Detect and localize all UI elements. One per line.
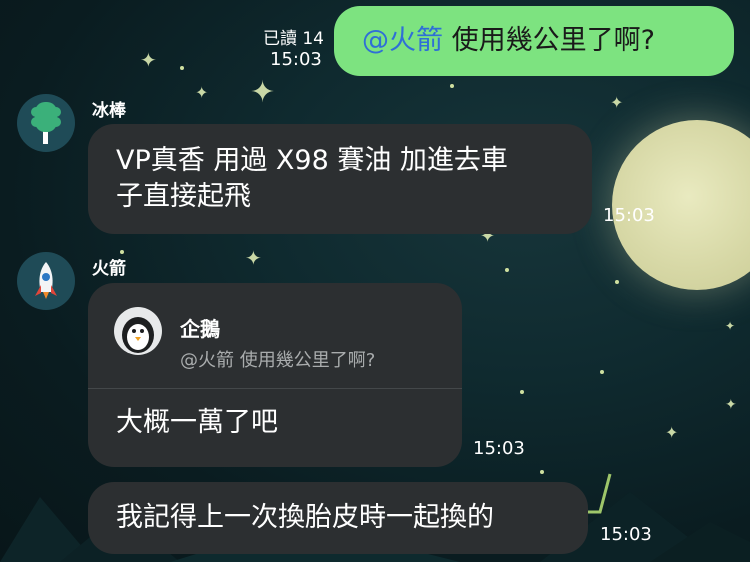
star-dot [600, 370, 604, 374]
star-decoration: ✦ [610, 93, 624, 112]
message-text-line: 子直接起飛 [116, 181, 251, 212]
star-dot [180, 66, 184, 70]
incoming-reply-bubble[interactable]: 企鵝 @火箭 使用幾公里了啊? 大概一萬了吧 [88, 283, 462, 467]
message-text: 大概一萬了吧 [116, 407, 278, 438]
sender-name: 冰棒 [92, 101, 126, 121]
star-decoration: ✦ [725, 319, 736, 333]
star-dot [450, 84, 454, 88]
star-dot [505, 268, 509, 272]
incoming-message-bubble[interactable]: 我記得上一次換胎皮時一起換的 [88, 482, 588, 554]
sender-name: 火箭 [92, 259, 126, 279]
message-time: 15:03 [603, 205, 655, 226]
message-text: 我記得上一次換胎皮時一起換的 [116, 502, 494, 533]
star-dot [520, 390, 524, 394]
star-decoration: ✦ [140, 48, 157, 72]
star-decoration: ✦ [195, 83, 209, 102]
star-decoration: ✦ [245, 246, 262, 270]
message-time: 15:03 [473, 438, 525, 459]
rocket-avatar-icon [35, 262, 57, 299]
star-decoration: ✦ [665, 423, 679, 442]
outgoing-message-text: @火箭 使用幾公里了啊? [362, 23, 655, 59]
mention-tag[interactable]: @火箭 [362, 25, 443, 56]
read-receipt: 已讀 14 [262, 29, 324, 49]
message-time: 15:03 [600, 524, 652, 545]
message-text-line: VP真香 用過 X98 賽油 加進去車 [116, 145, 508, 176]
star-decoration: ✦ [250, 75, 276, 110]
quoted-reply[interactable]: 企鵝 @火箭 使用幾公里了啊? [88, 283, 462, 389]
avatar[interactable] [17, 94, 75, 152]
avatar[interactable] [17, 252, 75, 310]
message-text: 使用幾公里了啊? [443, 25, 655, 56]
quoted-sender-name: 企鵝 [180, 317, 220, 341]
outgoing-message-bubble[interactable]: @火箭 使用幾公里了啊? [334, 6, 734, 76]
quoted-message-text: @火箭 使用幾公里了啊? [180, 350, 376, 371]
incoming-message-bubble[interactable]: VP真香 用過 X98 賽油 加進去車 子直接起飛 [88, 124, 592, 234]
penguin-avatar-icon [114, 307, 162, 355]
message-time: 15:03 [270, 49, 322, 70]
popsicle-avatar-icon [31, 102, 61, 144]
star-dot [615, 280, 619, 284]
star-decoration: ✦ [725, 397, 737, 413]
